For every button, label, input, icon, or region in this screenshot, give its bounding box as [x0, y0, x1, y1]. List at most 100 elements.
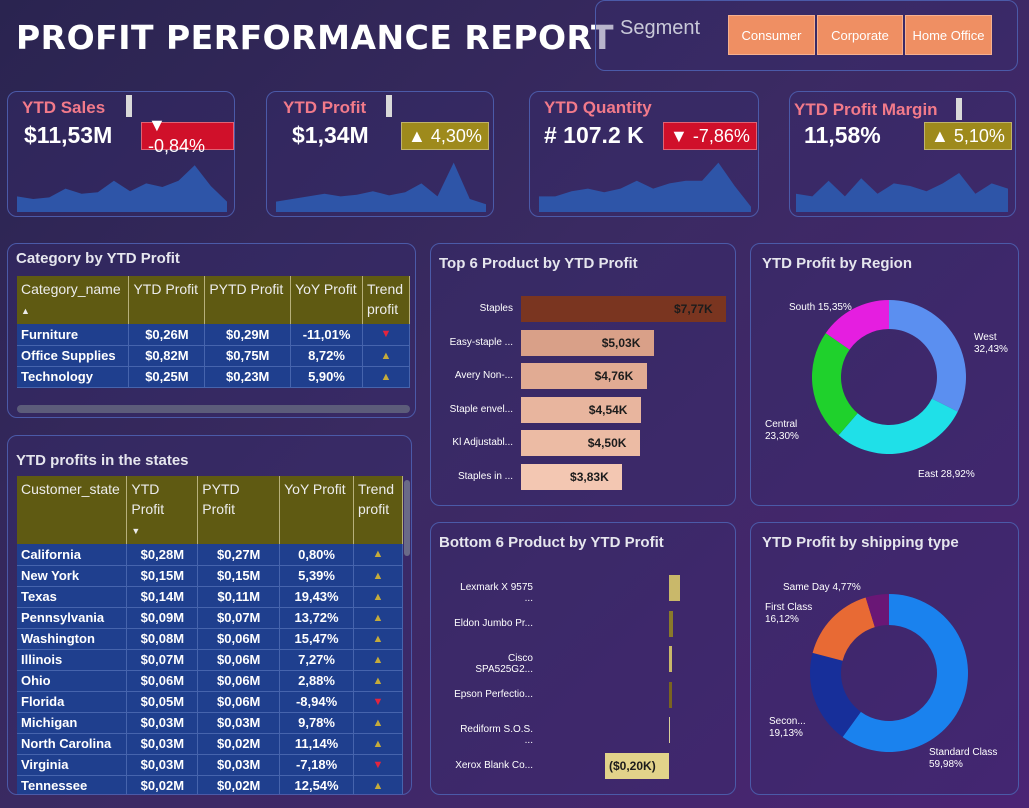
bar[interactable] — [669, 681, 672, 708]
bar-category-label: Xerox Blank Co... — [455, 759, 533, 771]
bar-category-label: Staple envel... — [449, 403, 513, 415]
trend-up-icon: ▲ — [353, 670, 404, 692]
bar-category-label: Easy-staple ... — [449, 336, 513, 348]
segment-home-office-button[interactable]: Home Office — [905, 15, 992, 55]
row-yoy-cell: 9,78% — [279, 712, 354, 734]
donut-slice-label: Secon... 19,13% — [769, 716, 806, 739]
bar-value-label: $3,83K — [570, 469, 609, 484]
row-ytd-cell: $0,25M — [128, 366, 206, 388]
donut-slice-label: West 32,43% — [974, 332, 1008, 355]
table-row[interactable]: California $0,28M $0,27M 0,80% ▲ — [17, 544, 404, 566]
horizontal-scrollbar[interactable] — [17, 405, 410, 413]
vertical-scrollbar[interactable] — [404, 480, 410, 556]
row-pytd-cell: $0,06M — [197, 670, 281, 692]
row-pytd-cell: $0,03M — [197, 712, 281, 734]
row-yoy-cell: 7,27% — [279, 649, 354, 671]
row-name-cell: California — [17, 544, 128, 566]
kpi-change-badge: ▲ 5,10% — [924, 122, 1012, 150]
column-header[interactable]: Customer_state — [17, 476, 128, 544]
table-row[interactable]: Ohio $0,06M $0,06M 2,88% ▲ — [17, 670, 404, 692]
trend-up-icon: ▲ — [362, 366, 411, 388]
kpi-marker — [126, 95, 132, 117]
bar[interactable] — [669, 575, 681, 601]
donut-slice[interactable] — [889, 300, 966, 412]
segment-slicer: Segment Consumer Corporate Home Office — [595, 0, 1018, 71]
table-row[interactable]: North Carolina $0,03M $0,02M 11,14% ▲ — [17, 733, 404, 755]
category-table: Category_name ▲ YTD Profit PYTD Profit Yo… — [17, 276, 411, 388]
bar[interactable] — [669, 610, 674, 637]
trend-up-icon: ▲ — [362, 345, 411, 367]
donut-slice[interactable] — [838, 398, 958, 454]
column-header[interactable]: PYTD Profit — [204, 276, 292, 324]
donut-slice[interactable] — [812, 597, 875, 661]
kpi-change-badge: ▼ -0,84% — [141, 115, 234, 156]
row-ytd-cell: $0,03M — [126, 712, 199, 734]
states-table-panel: YTD profits in the states Customer_state… — [7, 435, 412, 795]
kpi-card-ytd-quantity: YTD Quantity # 107.2 K ▼ -7,86% — [529, 91, 759, 217]
row-yoy-cell: 15,47% — [279, 628, 354, 650]
column-header[interactable]: Trend profit — [362, 276, 411, 324]
table-row[interactable]: Washington $0,08M $0,06M 15,47% ▲ — [17, 628, 404, 650]
bar-value-label: $7,77K — [674, 302, 713, 316]
table-row[interactable]: Virginia $0,03M $0,03M -7,18% ▼ — [17, 754, 404, 776]
row-yoy-cell: 12,54% — [279, 775, 354, 794]
table-header-row: Customer_state YTD Profit ▼ PYTD Profit Y… — [17, 476, 404, 544]
row-name-cell: Washington — [17, 628, 128, 650]
table-row[interactable]: Tennessee $0,02M $0,02M 12,54% ▲ — [17, 775, 404, 794]
column-header[interactable]: YoY Profit — [279, 476, 354, 544]
row-pytd-cell: $0,02M — [197, 775, 281, 794]
trend-up-icon: ▲ — [353, 649, 404, 671]
table-row[interactable]: Furniture $0,26M $0,29M -11,01% ▼ — [17, 324, 411, 346]
bar[interactable] — [669, 646, 672, 672]
donut-slice-label: South 15,35% — [789, 302, 852, 313]
column-header[interactable]: PYTD Profit — [197, 476, 281, 544]
row-name-cell: Florida — [17, 691, 128, 713]
table-row[interactable]: Texas $0,14M $0,11M 19,43% ▲ — [17, 586, 404, 608]
trend-up-icon: ▲ — [353, 565, 404, 587]
kpi-card-ytd-profit-margin: YTD Profit Margin 11,58% ▲ 5,10% — [789, 91, 1016, 217]
segment-corporate-button[interactable]: Corporate — [817, 15, 903, 55]
bar[interactable] — [669, 717, 670, 743]
row-ytd-cell: $0,06M — [126, 670, 199, 692]
row-name-cell: Pennsylvania — [17, 607, 128, 629]
row-yoy-cell: 5,90% — [290, 366, 363, 388]
table-row[interactable]: Pennsylvania $0,09M $0,07M 13,72% ▲ — [17, 607, 404, 629]
kpi-value: $1,34M — [292, 122, 369, 148]
kpi-sparkline — [276, 162, 486, 212]
donut-slice-label: First Class 16,12% — [765, 602, 812, 625]
table-row[interactable]: Michigan $0,03M $0,03M 9,78% ▲ — [17, 712, 404, 734]
row-pytd-cell: $0,75M — [204, 345, 292, 367]
row-pytd-cell: $0,06M — [197, 691, 281, 713]
trend-down-icon: ▼ — [353, 754, 404, 776]
table-row[interactable]: Illinois $0,07M $0,06M 7,27% ▲ — [17, 649, 404, 671]
sparkline-area — [17, 165, 227, 212]
kpi-value: # 107.2 K — [544, 122, 644, 148]
column-header[interactable]: Trend profit — [353, 476, 404, 544]
kpi-title: YTD Profit — [283, 98, 367, 117]
row-ytd-cell: $0,02M — [126, 775, 199, 794]
kpi-card-ytd-sales: YTD Sales $11,53M ▼ -0,84% — [7, 91, 235, 217]
row-yoy-cell: 8,72% — [290, 345, 363, 367]
segment-consumer-button[interactable]: Consumer — [728, 15, 815, 55]
shipping-donut-panel: YTD Profit by shipping type Standard Cla… — [750, 522, 1019, 795]
row-ytd-cell: $0,07M — [126, 649, 199, 671]
donut-slice[interactable] — [812, 333, 858, 436]
table-row[interactable]: New York $0,15M $0,15M 5,39% ▲ — [17, 565, 404, 587]
bar-category-label: Lexmark X 9575 ... — [460, 582, 533, 604]
column-header[interactable]: Category_name ▲ — [17, 276, 130, 324]
column-header[interactable]: YTD Profit — [128, 276, 206, 324]
table-row[interactable]: Florida $0,05M $0,06M -8,94% ▼ — [17, 691, 404, 713]
kpi-value: 11,58% — [804, 122, 881, 148]
row-yoy-cell: 5,39% — [279, 565, 354, 587]
column-header[interactable]: YoY Profit — [290, 276, 363, 324]
bar-value-label: $4,54K — [588, 402, 628, 417]
row-ytd-cell: $0,82M — [128, 345, 206, 367]
region-donut-panel: YTD Profit by Region West 32,43% East 28,9… — [750, 243, 1019, 506]
page-title: PROFIT PERFORMANCE REPORT — [16, 18, 614, 57]
table-row[interactable]: Technology $0,25M $0,23M 5,90% ▲ — [17, 366, 411, 388]
row-ytd-cell: $0,15M — [126, 565, 199, 587]
kpi-title: YTD Sales — [22, 98, 106, 117]
table-row[interactable]: Office Supplies $0,82M $0,75M 8,72% ▲ — [17, 345, 411, 367]
row-yoy-cell: 13,72% — [279, 607, 354, 629]
column-header[interactable]: YTD Profit ▼ — [126, 476, 199, 544]
